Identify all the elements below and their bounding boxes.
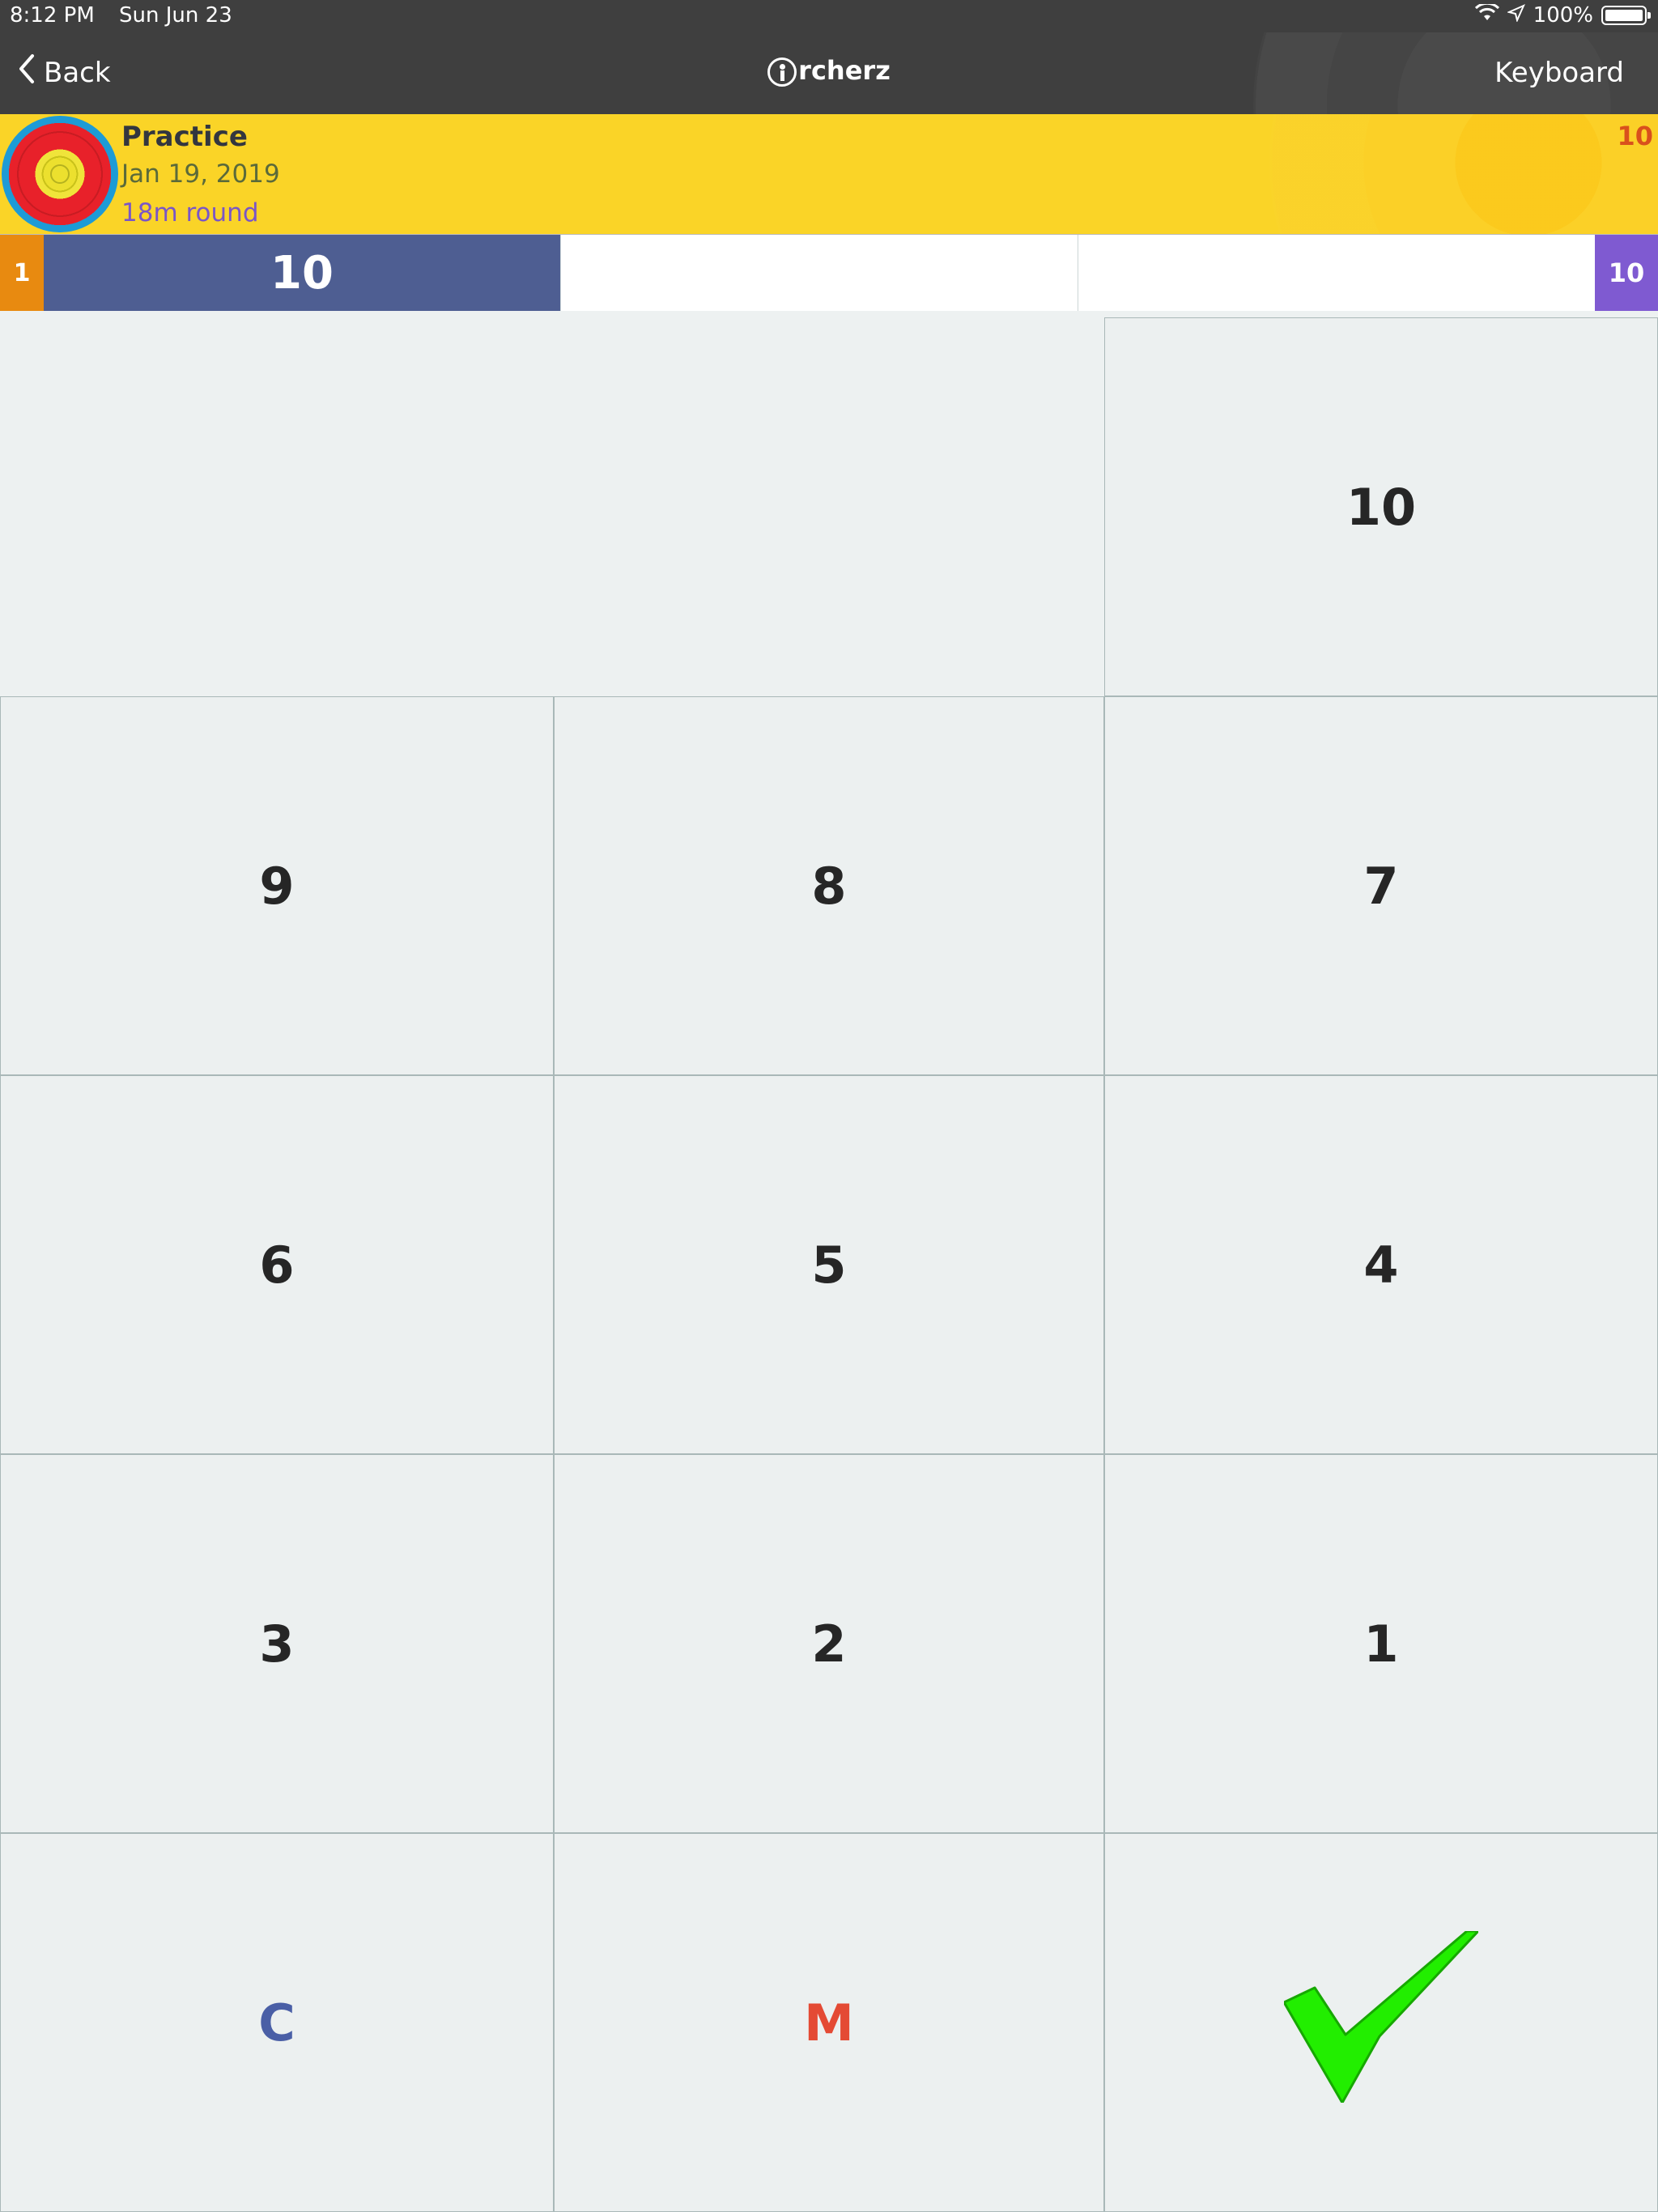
status-date: Sun Jun 23 <box>119 3 232 28</box>
score-keypad: 10 9 8 7 6 5 4 3 2 1 C M <box>0 311 1658 2212</box>
session-total: 10 <box>1617 121 1653 151</box>
status-bar: 8:12 PM Sun Jun 23 100% <box>0 0 1658 32</box>
chevron-left-icon <box>18 53 36 91</box>
miss-button[interactable]: M <box>554 1833 1104 2212</box>
key-9[interactable]: 9 <box>0 696 554 1075</box>
battery-icon <box>1601 6 1651 25</box>
battery-percent: 100% <box>1533 3 1593 28</box>
key-3[interactable]: 3 <box>0 1454 554 1833</box>
key-6[interactable]: 6 <box>0 1075 554 1454</box>
confirm-button[interactable] <box>1104 1833 1658 2212</box>
status-time: 8:12 PM <box>10 3 95 28</box>
back-label: Back <box>44 56 111 89</box>
end-number: 1 <box>0 235 44 311</box>
session-header: Practice Jan 19, 2019 18m round 10 <box>0 114 1658 235</box>
key-10[interactable]: 10 <box>1104 317 1658 696</box>
session-title: Practice <box>121 121 248 153</box>
key-7[interactable]: 7 <box>1104 696 1658 1075</box>
arrow-score-2[interactable] <box>560 235 1078 311</box>
key-8[interactable]: 8 <box>554 696 1104 1075</box>
key-4[interactable]: 4 <box>1104 1075 1658 1454</box>
clear-button[interactable]: C <box>0 1833 554 2212</box>
session-date: Jan 19, 2019 <box>121 160 280 189</box>
archer-logo-icon <box>767 57 797 87</box>
session-round: 18m round <box>121 198 259 228</box>
keyboard-button[interactable]: Keyboard <box>1494 57 1624 89</box>
location-icon <box>1506 3 1525 28</box>
logo-text: rcherz <box>798 55 891 86</box>
key-2[interactable]: 2 <box>554 1454 1104 1833</box>
key-1[interactable]: 1 <box>1104 1454 1658 1833</box>
nav-bar: Back rcherz Keyboard <box>0 32 1658 114</box>
end-score-row: 1 10 10 <box>0 235 1658 312</box>
target-face-icon <box>2 116 118 232</box>
wifi-icon <box>1474 2 1499 28</box>
header-target-watermark <box>1269 114 1658 234</box>
key-5[interactable]: 5 <box>554 1075 1104 1454</box>
arrow-score-1[interactable]: 10 <box>44 235 560 311</box>
end-total: 10 <box>1595 235 1658 311</box>
arrow-score-3[interactable] <box>1078 235 1595 311</box>
checkmark-icon <box>1282 1929 1480 2115</box>
back-button[interactable]: Back <box>18 53 111 91</box>
